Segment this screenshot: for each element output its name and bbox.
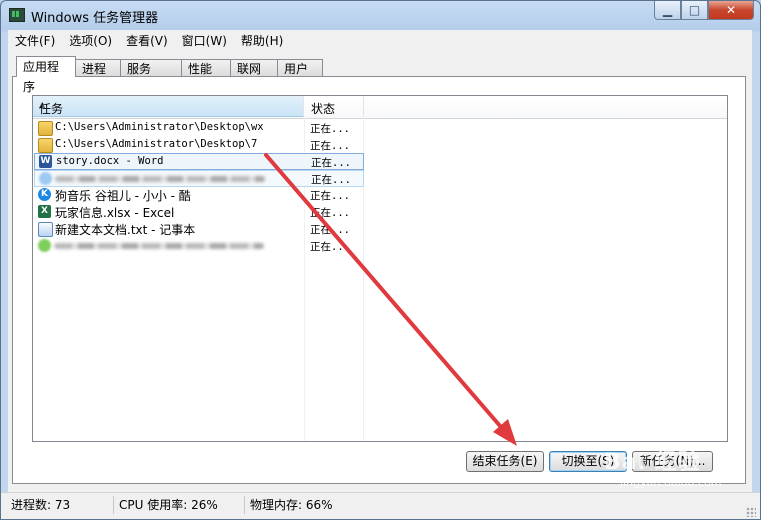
task-name: story.docx - Word [56,155,164,167]
cpu-usage: CPU 使用率: 26% [113,496,247,514]
memory-usage: 物理内存: 66% [244,496,380,514]
blurred-app-icon [39,172,52,185]
folder-icon [38,138,53,153]
task-manager-window: Windows 任务管理器 ▁ □ ✕ 文件(F) 选项(O) 查看(V) 窗口… [0,0,761,520]
list-header: ▲ 任务 状态 [33,96,727,119]
task-status: 正在... [310,190,350,202]
tab-networking[interactable]: 联网 [230,59,278,77]
blurred-task-name [55,176,265,182]
watermark-url: jingyan.baidu.com [620,476,722,489]
task-name: 新建文本文档.txt - 记事本 [55,223,196,237]
tab-strip: 应用程序 进程 服务 性能 联网 用户 [16,56,323,94]
column-header-task-label: 任务 [39,102,64,116]
menu-options[interactable]: 选项(O) [62,32,119,49]
list-item[interactable]: C:\Users\Administrator\Desktop\wx 正在... [34,120,364,137]
task-status: 正在... [311,174,351,186]
title-bar[interactable]: Windows 任务管理器 ▁ □ ✕ [1,1,760,29]
column-header-status[interactable]: 状态 [305,96,364,117]
blurred-app-icon [38,239,51,252]
end-task-button[interactable]: 结束任务(E) [466,451,544,472]
task-manager-icon [9,8,25,22]
folder-icon [38,121,53,136]
column-header-task[interactable]: ▲ 任务 [33,96,304,117]
window-title: Windows 任务管理器 [31,11,159,26]
maximize-button[interactable]: □ [681,1,708,20]
task-status: 正在... [310,224,350,236]
word-icon: W [39,155,52,168]
close-button[interactable]: ✕ [708,1,754,20]
process-count: 进程数: 73 [11,498,71,512]
task-status: 正在... [310,123,350,135]
list-item-selected[interactable]: W story.docx - Word 正在... [34,153,364,170]
task-name: C:\Users\Administrator\Desktop\wx [55,121,264,133]
list-item[interactable]: 正在... [34,170,364,187]
menu-view[interactable]: 查看(V) [119,32,175,49]
tab-applications[interactable]: 应用程序 [16,56,76,94]
resize-grip-icon[interactable] [746,507,756,517]
tab-services[interactable]: 服务 [120,59,182,77]
task-name: 玩家信息.xlsx - Excel [55,206,175,220]
minimize-button[interactable]: ▁ [654,1,681,20]
blurred-task-name [54,243,264,249]
task-status: 正在... [310,241,350,253]
watermark: Bai 经验 [604,450,701,475]
status-bar: 进程数: 73 CPU 使用率: 26% 物理内存: 66% [1,492,760,519]
tab-performance[interactable]: 性能 [181,59,231,77]
notepad-icon [38,222,53,237]
client-area: 应用程序 进程 服务 性能 联网 用户 ▲ 任务 状态 C:\Users\Adm… [8,50,752,492]
menu-bar: 文件(F) 选项(O) 查看(V) 窗口(W) 帮助(H) [8,30,752,50]
task-list[interactable]: ▲ 任务 状态 C:\Users\Administrator\Desktop\w… [32,95,728,442]
list-item[interactable]: X 玩家信息.xlsx - Excel 正在... [34,204,364,221]
task-name: 狗音乐 谷祖儿 - 小小 - 酷 [55,189,191,203]
task-status: 正在... [310,207,350,219]
applications-panel: ▲ 任务 状态 C:\Users\Administrator\Desktop\w… [12,76,746,484]
tab-processes[interactable]: 进程 [75,59,121,77]
tab-users[interactable]: 用户 [277,59,323,77]
list-item[interactable]: 新建文本文档.txt - 记事本 正在... [34,221,364,238]
column-header-status-label: 状态 [311,102,336,116]
list-item[interactable]: K 狗音乐 谷祖儿 - 小小 - 酷 正在... [34,187,364,204]
task-status: 正在... [311,157,351,169]
menu-file[interactable]: 文件(F) [8,32,62,49]
menu-help[interactable]: 帮助(H) [234,32,290,49]
list-item[interactable]: C:\Users\Administrator\Desktop\7 正在... [34,137,364,154]
menu-window[interactable]: 窗口(W) [175,32,234,49]
kugou-icon: K [38,188,51,201]
list-item[interactable]: 正在... [34,238,364,255]
task-name: C:\Users\Administrator\Desktop\7 [55,138,258,150]
excel-icon: X [38,205,51,218]
task-status: 正在... [310,140,350,152]
